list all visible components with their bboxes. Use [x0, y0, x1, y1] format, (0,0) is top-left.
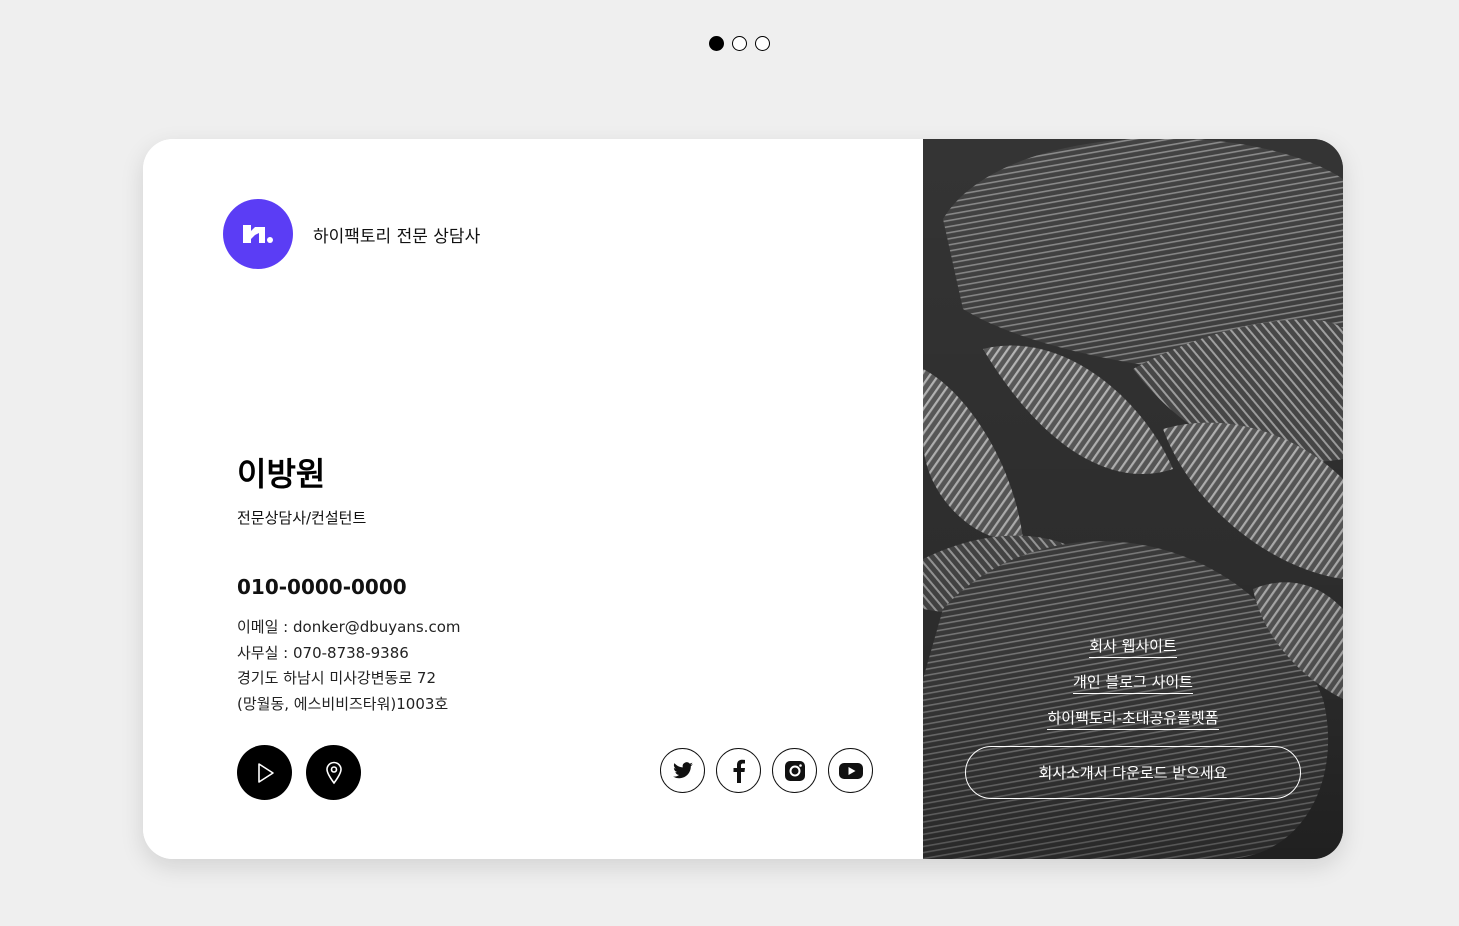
twitter-button[interactable] — [660, 748, 705, 793]
slide-dot-3[interactable] — [755, 36, 770, 51]
business-card: 하이팩토리 전문 상담사 이방원 전문상담사/컨설턴트 010-0000-000… — [143, 139, 1343, 859]
address-line-2: (망월동, 에스비비즈타워)1003호 — [237, 694, 449, 713]
instagram-icon — [784, 760, 805, 781]
address-line-1: 경기도 하남시 미사강변동로 72 — [237, 669, 436, 687]
play-button[interactable] — [237, 745, 292, 800]
slide-dot-1[interactable] — [709, 36, 724, 51]
person-title: 전문상담사/컨설턴트 — [237, 509, 367, 527]
location-pin-icon — [325, 761, 342, 784]
company-website-link[interactable]: 회사 웹사이트 — [1089, 635, 1177, 658]
slider-pagination — [709, 36, 770, 51]
person-name: 이방원 — [237, 455, 326, 493]
personal-blog-link[interactable]: 개인 블로그 사이트 — [1073, 671, 1193, 694]
download-brochure-button[interactable]: 회사소개서 다운로드 받으세요 — [965, 746, 1301, 799]
location-button[interactable] — [306, 745, 361, 800]
card-info-panel: 하이팩토리 전문 상담사 이방원 전문상담사/컨설턴트 010-0000-000… — [143, 139, 923, 859]
brand-name: 하이팩토리 전문 상담사 — [313, 226, 481, 247]
hifactory-logo-icon — [223, 199, 293, 269]
twitter-icon — [672, 761, 693, 778]
card-image-panel: 회사 웹사이트 개인 블로그 사이트 하이팩토리-초대공유플렛폼 회사소개서 다… — [923, 139, 1343, 859]
link-list: 회사 웹사이트 개인 블로그 사이트 하이팩토리-초대공유플렛폼 — [923, 635, 1343, 743]
youtube-button[interactable] — [828, 748, 873, 793]
brand-header: 하이팩토리 전문 상담사 — [223, 199, 480, 269]
youtube-icon — [838, 762, 863, 779]
office-line[interactable]: 사무실 : 070-8738-9386 — [237, 641, 461, 667]
facebook-icon — [733, 759, 745, 783]
instagram-button[interactable] — [772, 748, 817, 793]
facebook-button[interactable] — [716, 748, 761, 793]
email-line[interactable]: 이메일 : donker@dbuyans.com — [237, 615, 461, 641]
phone-number[interactable]: 010-0000-0000 — [237, 575, 407, 599]
platform-link[interactable]: 하이팩토리-초대공유플렛폼 — [1047, 707, 1219, 730]
slide-dot-2[interactable] — [732, 36, 747, 51]
play-icon — [257, 762, 274, 783]
contact-details: 이메일 : donker@dbuyans.com 사무실 : 070-8738-… — [237, 615, 461, 717]
